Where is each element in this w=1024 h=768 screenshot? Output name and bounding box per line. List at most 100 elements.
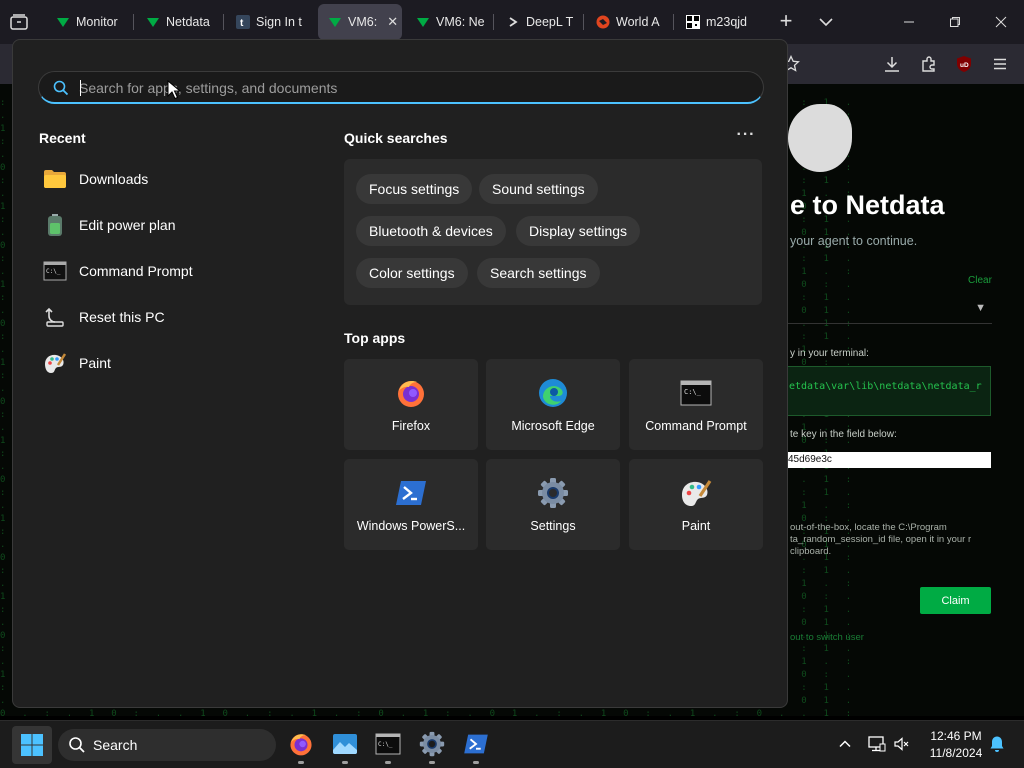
tab-separator: [673, 14, 674, 30]
recent-item-label: Paint: [79, 355, 111, 371]
dropdown-arrow-icon: ▼: [975, 302, 986, 314]
tab-separator: [583, 14, 584, 30]
tab-title: m23qjd: [706, 15, 747, 29]
browser-tab-strip: Monitor Netdata t Sign In t VM6: ✕ VM6: …: [0, 0, 1024, 44]
browser-tab-active[interactable]: VM6: ✕: [318, 4, 402, 40]
key-input[interactable]: 45d69e3c: [786, 452, 991, 468]
notification-bell-icon[interactable]: [986, 733, 1008, 755]
paste-key-label: te key in the field below:: [790, 429, 897, 440]
settings-gear-icon: [419, 731, 445, 762]
taskbar-app-command-prompt[interactable]: C:\_: [368, 727, 408, 765]
chevron-down-icon[interactable]: [814, 10, 838, 34]
running-indicator: [385, 761, 391, 764]
running-indicator: [298, 761, 304, 764]
terminal-icon: C:\_: [679, 376, 713, 410]
terminal-icon: C:\_: [375, 733, 401, 760]
ublock-origin-icon[interactable]: uD: [953, 53, 975, 75]
restore-icon[interactable]: [932, 0, 978, 44]
taskbar-app-photos[interactable]: [325, 727, 365, 765]
quick-search-focus-settings[interactable]: Focus settings: [356, 174, 473, 204]
terminal-command-box[interactable]: etdata\var\lib\netdata\netdata_r: [786, 366, 991, 416]
recent-item-paint[interactable]: Paint: [43, 344, 313, 382]
reset-pc-icon: [43, 305, 67, 329]
quick-search-sound-settings[interactable]: Sound settings: [479, 174, 598, 204]
quick-search-display-settings[interactable]: Display settings: [516, 216, 641, 246]
mouse-pointer-icon: [167, 79, 182, 100]
quick-search-bluetooth-devices[interactable]: Bluetooth & devices: [356, 216, 506, 246]
network-icon[interactable]: [866, 733, 888, 755]
tab-separator: [223, 14, 224, 30]
page-title: e to Netdata: [790, 190, 945, 220]
browser-tab[interactable]: VM6: Ne: [406, 4, 490, 40]
switch-user-link[interactable]: out to switch user: [790, 632, 864, 643]
top-app-label: Settings: [530, 519, 576, 533]
agent-select[interactable]: ▼: [788, 296, 992, 324]
recent-title: Recent: [39, 130, 86, 146]
recent-item-label: Reset this PC: [79, 309, 165, 325]
netdata-icon: [328, 15, 342, 29]
close-icon[interactable]: [978, 0, 1024, 44]
browser-tab[interactable]: DeepL T: [496, 4, 580, 40]
edge-icon: [536, 376, 570, 410]
taskbar: Search C:\_ 12:46 PM 11/8/2024: [0, 720, 1024, 768]
netdata-icon: [56, 15, 70, 29]
start-search-box[interactable]: [38, 71, 764, 104]
more-options-icon[interactable]: ···: [733, 126, 759, 146]
taskbar-search[interactable]: Search: [58, 729, 276, 761]
top-app-settings[interactable]: Settings: [486, 459, 620, 550]
recent-item-downloads[interactable]: Downloads: [43, 160, 313, 198]
top-app-label: Command Prompt: [645, 419, 747, 433]
top-apps-title: Top apps: [344, 330, 406, 346]
running-indicator: [473, 761, 479, 764]
taskbar-clock[interactable]: 12:46 PM 11/8/2024: [922, 728, 990, 762]
window-controls: [886, 0, 1024, 44]
new-tab-button[interactable]: +: [774, 10, 798, 34]
windows-logo-icon: [21, 734, 43, 756]
browser-tab[interactable]: m23qjd: [676, 4, 760, 40]
browser-tab[interactable]: Netdata: [136, 4, 220, 40]
taskbar-app-powershell[interactable]: [456, 727, 496, 765]
tab-title: VM6:: [348, 15, 378, 29]
tab-title: VM6: Ne: [436, 15, 485, 29]
top-app-paint[interactable]: Paint: [629, 459, 763, 550]
top-app-firefox[interactable]: Firefox: [344, 359, 478, 450]
svg-text:C:\_: C:\_: [378, 741, 393, 748]
quick-search-color-settings[interactable]: Color settings: [356, 258, 468, 288]
quick-searches-title: Quick searches: [344, 130, 448, 146]
paint-icon: [43, 351, 67, 375]
close-tab-icon[interactable]: ✕: [387, 14, 398, 30]
firefox-icon: [394, 376, 428, 410]
browser-tab[interactable]: Monitor: [46, 4, 130, 40]
quick-searches-panel: Focus settings Sound settings Bluetooth …: [344, 159, 762, 305]
windows-start-button[interactable]: [12, 726, 52, 764]
downloads-icon[interactable]: [881, 53, 903, 75]
recent-item-reset-this-pc[interactable]: Reset this PC: [43, 298, 313, 336]
minimize-icon[interactable]: [886, 0, 932, 44]
extensions-puzzle-icon[interactable]: [918, 53, 940, 75]
tab-title: Monitor: [76, 15, 118, 29]
folder-icon: [43, 167, 67, 191]
claim-button[interactable]: Claim: [920, 587, 991, 614]
recent-item-edit-power-plan[interactable]: Edit power plan: [43, 206, 313, 244]
terminal-icon: C:\_: [43, 259, 67, 283]
recent-item-command-prompt[interactable]: C:\_ Command Prompt: [43, 252, 313, 290]
clock-time: 12:46 PM: [930, 729, 982, 743]
hamburger-menu-icon[interactable]: [989, 53, 1011, 75]
tab-list-icon[interactable]: [8, 12, 30, 32]
running-indicator: [342, 761, 348, 764]
tab-title: World A: [616, 15, 660, 29]
svg-text:C:\_: C:\_: [46, 268, 61, 275]
top-app-microsoft-edge[interactable]: Microsoft Edge: [486, 359, 620, 450]
chevron-up-icon[interactable]: [834, 733, 856, 755]
taskbar-app-firefox[interactable]: [281, 727, 321, 765]
taskbar-app-settings[interactable]: [412, 727, 452, 765]
top-app-windows-powershell[interactable]: Windows PowerS...: [344, 459, 478, 550]
recent-item-label: Downloads: [79, 171, 149, 187]
browser-tab[interactable]: t Sign In t: [226, 4, 310, 40]
quick-search-search-settings[interactable]: Search settings: [477, 258, 600, 288]
top-app-command-prompt[interactable]: C:\_ Command Prompt: [629, 359, 763, 450]
run-command-label: y in your terminal:: [790, 348, 869, 359]
clear-link[interactable]: Clear: [968, 275, 992, 286]
browser-tab[interactable]: World A: [586, 4, 670, 40]
volume-muted-icon[interactable]: [890, 733, 912, 755]
